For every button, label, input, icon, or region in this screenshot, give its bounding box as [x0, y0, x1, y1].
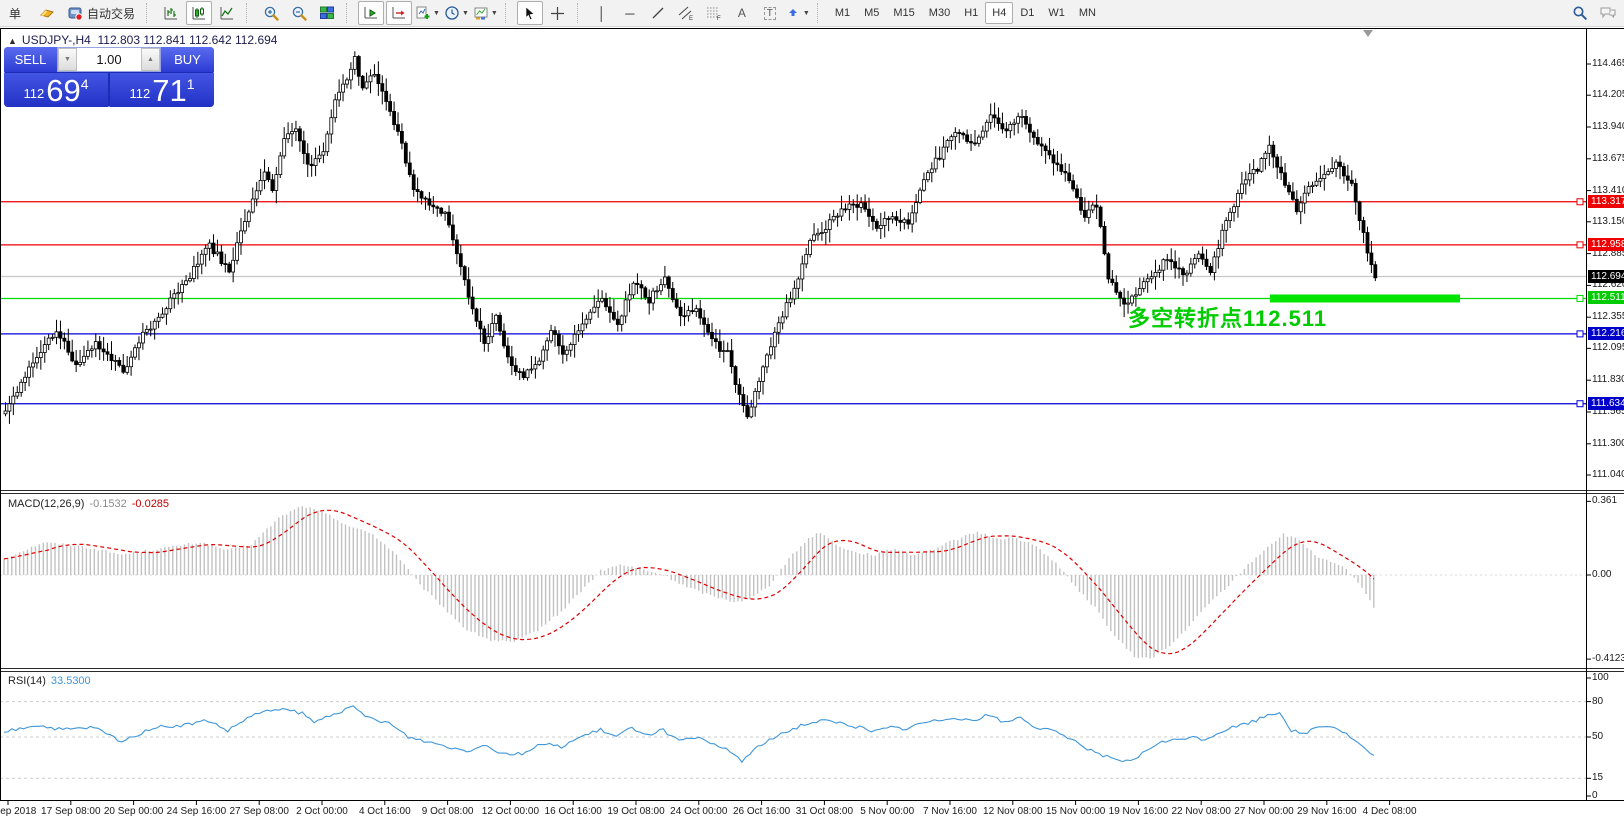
price-tick-label: 111.830: [1592, 374, 1624, 385]
macd-name: MACD(12,26,9): [8, 498, 84, 510]
rsi-tick-label: 100: [1592, 672, 1609, 683]
time-tick-label: 2 Oct 00:00: [296, 806, 348, 817]
time-tick-label: 31 Oct 08:00: [796, 806, 853, 817]
time-tick-label: 19 Oct 08:00: [607, 806, 664, 817]
rsi-tick-label: 0: [1592, 790, 1598, 801]
rsi-tick-label: 50: [1592, 731, 1603, 742]
volume-control: ▼ ▲: [57, 47, 161, 72]
time-tick-label: 27 Sep 08:00: [229, 806, 289, 817]
sell-price-sup: 4: [81, 76, 89, 92]
macd-tick-label: 0.361: [1592, 495, 1617, 506]
macd-signal-value: -0.0285: [132, 498, 169, 510]
price-tick-label: 111.040: [1592, 469, 1624, 480]
price-tick-label: 112.095: [1592, 342, 1624, 353]
price-tick-label: 113.675: [1592, 153, 1624, 164]
time-tick-label: 17 Sep 08:00: [41, 806, 101, 817]
time-tick-label: 24 Oct 00:00: [670, 806, 727, 817]
time-tick-label: 15 Nov 00:00: [1046, 806, 1106, 817]
rsi-label: RSI(14) 33.5300: [8, 675, 91, 687]
buy-price-sup: 1: [187, 76, 195, 92]
time-tick-label: 22 Nov 08:00: [1171, 806, 1231, 817]
buy-button[interactable]: BUY: [161, 47, 214, 72]
rsi-tick-label: 80: [1592, 696, 1603, 707]
time-tick-label: 12 Nov 08:00: [983, 806, 1043, 817]
rsi-value: 33.5300: [51, 675, 91, 687]
price-badge: 112.511: [1588, 291, 1624, 304]
time-tick-label: 12 Oct 00:00: [482, 806, 539, 817]
time-tick-label: 19 Nov 16:00: [1109, 806, 1169, 817]
ohlc-quotes: 112.803 112.841 112.642 112.694: [98, 33, 278, 47]
price-tick-label: 112.355: [1592, 311, 1624, 322]
rsi-tick-label: 15: [1592, 772, 1603, 783]
mt4-terminal: 单 自动交易: [0, 0, 1624, 822]
sell-price-prefix: 112: [23, 86, 44, 101]
price-tick-label: 113.940: [1592, 121, 1624, 132]
price-tick-label: 111.300: [1592, 438, 1624, 449]
sell-button[interactable]: SELL: [4, 47, 57, 72]
macd-tick-label: -0.4123: [1592, 653, 1624, 664]
sell-price-big: 69: [46, 77, 80, 105]
volume-decrease-button[interactable]: ▼: [58, 48, 77, 71]
time-tick-label: 9 Oct 08:00: [422, 806, 474, 817]
macd-main-value: -0.1532: [89, 498, 126, 510]
price-badge: 113.317: [1588, 195, 1624, 208]
price-badge: 112.216: [1588, 327, 1624, 340]
time-tick-label: 4 Dec 08:00: [1363, 806, 1417, 817]
time-tick-label: 16 Oct 16:00: [545, 806, 602, 817]
chart-annotation-text: 多空转折点112.511: [1128, 301, 1327, 333]
buy-price-prefix: 112: [129, 86, 150, 101]
price-tick-label: 114.205: [1592, 89, 1624, 100]
volume-increase-button[interactable]: ▲: [141, 48, 160, 71]
price-badge: 111.634: [1588, 397, 1624, 410]
price-badge: 112.694: [1588, 270, 1624, 283]
one-click-trading-panel: SELL ▼ ▲ BUY 112 69 4 112 71 1: [4, 47, 214, 107]
time-tick-label: 7 Nov 16:00: [923, 806, 977, 817]
volume-input[interactable]: [77, 48, 141, 71]
rsi-name: RSI(14): [8, 675, 46, 687]
time-tick-label: 24 Sep 16:00: [167, 806, 227, 817]
time-tick-label: 4 Oct 16:00: [359, 806, 411, 817]
price-tick-label: 114.465: [1592, 58, 1624, 69]
chart-title: ▲ USDJPY-,H4 112.803 112.841 112.642 112.…: [8, 33, 277, 47]
collapse-quotes-arrow[interactable]: ▲: [8, 36, 17, 46]
macd-label: MACD(12,26,9) -0.1532 -0.0285: [8, 498, 169, 510]
time-tick-label: 12 Sep 2018: [0, 806, 36, 817]
buy-price[interactable]: 112 71 1: [110, 73, 214, 107]
macd-tick-label: 0.00: [1592, 569, 1611, 580]
price-tick-label: 113.150: [1592, 216, 1624, 227]
time-tick-label: 20 Sep 00:00: [104, 806, 164, 817]
buy-price-big: 71: [152, 77, 186, 105]
time-tick-label: 29 Nov 16:00: [1297, 806, 1357, 817]
time-tick-label: 26 Oct 16:00: [733, 806, 790, 817]
sell-price[interactable]: 112 69 4: [4, 73, 108, 107]
price-badge: 112.958: [1588, 238, 1624, 251]
symbol-period-label: USDJPY-,H4: [22, 33, 91, 47]
time-tick-label: 5 Nov 00:00: [860, 806, 914, 817]
chart-canvas[interactable]: [0, 0, 1624, 822]
time-tick-label: 27 Nov 00:00: [1234, 806, 1294, 817]
